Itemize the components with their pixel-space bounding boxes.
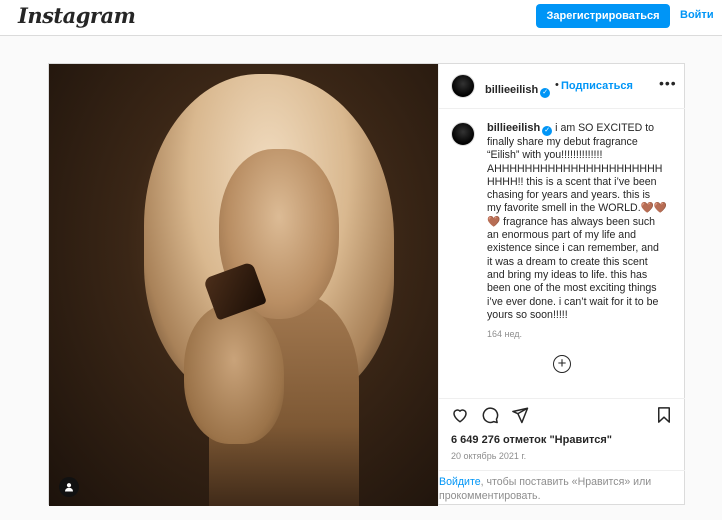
likes-count[interactable]: 6 649 276 отметок "Нравится"	[451, 434, 612, 446]
caption-line: existence since i can remember, and	[487, 242, 659, 255]
comment-icon[interactable]	[481, 406, 499, 424]
author-name-wrap: billieeilish ✓	[485, 80, 551, 98]
like-heart-icon[interactable]	[451, 406, 469, 424]
follow-button[interactable]: Подписаться	[561, 80, 633, 92]
top-navigation-bar: Instagram Зарегистрироваться Войти	[0, 0, 722, 36]
caption-line: HHHH!! this is a scent that i’ve been	[487, 175, 657, 188]
load-more-comments-icon[interactable]: +	[553, 355, 571, 373]
caption-line: been one of the most exciting things	[487, 282, 657, 295]
author-username[interactable]: billieeilish	[485, 84, 538, 96]
login-link-inline[interactable]: Войдите	[439, 476, 481, 488]
post-card: billieeilish ✓ • Подписаться ••• billieei…	[48, 63, 685, 506]
signup-button[interactable]: Зарегистрироваться	[536, 4, 670, 28]
caption-line: chasing for years and years. this is	[487, 189, 651, 202]
caption-text: billieeilish ✓ i am SO EXCITED to finally…	[487, 122, 677, 341]
caption-line: and bring my ideas to life. this has	[487, 268, 648, 281]
post-header: billieeilish ✓ • Подписаться •••	[439, 64, 685, 109]
tagged-user-icon[interactable]	[59, 477, 79, 497]
login-to-interact-prompt: Войдите, чтобы поставить «Нравится» или …	[439, 470, 685, 506]
caption-line: i’ve ever done. i can’t wait for it to b…	[487, 295, 659, 308]
instagram-logo[interactable]: Instagram	[18, 3, 136, 28]
caption-avatar[interactable]	[451, 122, 475, 146]
caption-line: my favorite smell in the WORLD.🤎🤎	[487, 202, 668, 215]
caption-verified-badge-icon: ✓	[542, 126, 553, 136]
caption-line: 🤎 fragrance has always been such	[487, 215, 656, 228]
login-link[interactable]: Войти	[680, 9, 714, 21]
post-actions	[439, 398, 685, 428]
post-photo[interactable]	[49, 64, 438, 506]
post-sidebar: billieeilish ✓ • Подписаться ••• billieei…	[438, 64, 685, 506]
person-icon	[65, 483, 73, 492]
caption-line: AHHHHHHHHHHHHHHHHHHHHHH	[487, 162, 663, 175]
author-avatar[interactable]	[451, 74, 475, 98]
caption-line: it was a dream to create this scent	[487, 255, 648, 268]
caption-line: “Eilish” with you!!!!!!!!!!!!!!	[487, 149, 603, 162]
verified-badge-icon: ✓	[540, 88, 551, 98]
share-send-icon[interactable]	[511, 406, 529, 424]
photo-hand	[184, 304, 284, 444]
more-horizontal-icon[interactable]: •••	[659, 75, 677, 91]
caption-username[interactable]: billieeilish	[487, 122, 540, 134]
caption-line: an enormous part of my life and	[487, 229, 636, 242]
caption-line: finally share my debut fragrance	[487, 136, 638, 148]
post-date[interactable]: 20 октябрь 2021 г.	[451, 451, 526, 461]
caption-line: i am SO EXCITED to	[555, 122, 655, 134]
caption-line: yours so soon!!!!!	[487, 308, 568, 321]
caption-timestamp[interactable]: 164 нед.	[487, 328, 677, 341]
separator-dot: •	[555, 79, 559, 91]
save-bookmark-icon[interactable]	[655, 406, 673, 424]
